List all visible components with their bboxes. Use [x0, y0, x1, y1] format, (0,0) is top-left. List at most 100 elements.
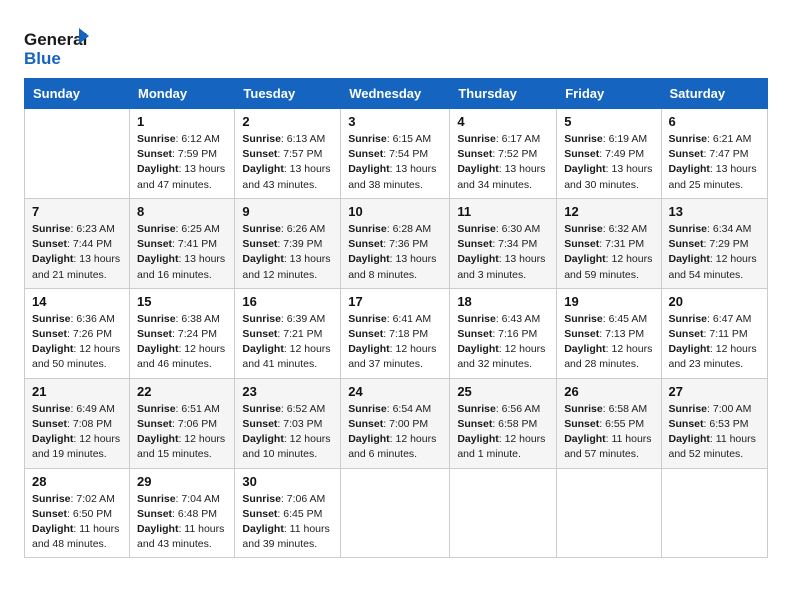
calendar-cell: 25 Sunrise: 6:56 AMSunset: 6:58 PMDayligh… [450, 378, 557, 468]
calendar-cell: 29 Sunrise: 7:04 AMSunset: 6:48 PMDayligh… [130, 468, 235, 558]
day-detail: Sunrise: 6:49 AMSunset: 7:08 PMDaylight:… [32, 402, 122, 463]
day-detail: Sunrise: 6:58 AMSunset: 6:55 PMDaylight:… [564, 402, 653, 463]
day-number: 15 [137, 294, 227, 309]
calendar-week-4: 21 Sunrise: 6:49 AMSunset: 7:08 PMDayligh… [25, 378, 768, 468]
calendar-cell: 4 Sunrise: 6:17 AMSunset: 7:52 PMDaylight… [450, 109, 557, 199]
day-detail: Sunrise: 6:26 AMSunset: 7:39 PMDaylight:… [242, 222, 333, 283]
calendar-cell: 21 Sunrise: 6:49 AMSunset: 7:08 PMDayligh… [25, 378, 130, 468]
day-number: 10 [348, 204, 442, 219]
calendar-week-1: 1Sunrise: 6:12 AMSunset: 7:59 PMDaylight… [25, 109, 768, 199]
logo: GeneralBlue [24, 26, 94, 70]
day-number: 25 [457, 384, 549, 399]
day-detail: Sunrise: 6:41 AMSunset: 7:18 PMDaylight:… [348, 312, 442, 373]
calendar-cell: 3Sunrise: 6:15 AMSunset: 7:54 PMDaylight… [341, 109, 450, 199]
day-number: 5 [564, 114, 653, 129]
day-detail: Sunrise: 7:00 AMSunset: 6:53 PMDaylight:… [669, 402, 761, 463]
day-number: 30 [242, 474, 333, 489]
calendar-week-5: 28 Sunrise: 7:02 AMSunset: 6:50 PMDayligh… [25, 468, 768, 558]
day-number: 2 [242, 114, 333, 129]
day-number: 3 [348, 114, 442, 129]
calendar-cell: 9 Sunrise: 6:26 AMSunset: 7:39 PMDaylight… [235, 198, 341, 288]
day-detail: Sunrise: 6:12 AMSunset: 7:59 PMDaylight:… [137, 132, 227, 193]
col-header-monday: Monday [130, 79, 235, 109]
col-header-wednesday: Wednesday [341, 79, 450, 109]
calendar-cell [341, 468, 450, 558]
day-detail: Sunrise: 7:04 AMSunset: 6:48 PMDaylight:… [137, 492, 227, 553]
day-detail: Sunrise: 6:23 AMSunset: 7:44 PMDaylight:… [32, 222, 122, 283]
day-detail: Sunrise: 6:13 AMSunset: 7:57 PMDaylight:… [242, 132, 333, 193]
calendar-cell: 20 Sunrise: 6:47 AMSunset: 7:11 PMDayligh… [661, 288, 768, 378]
day-number: 11 [457, 204, 549, 219]
col-header-tuesday: Tuesday [235, 79, 341, 109]
day-number: 29 [137, 474, 227, 489]
day-detail: Sunrise: 6:54 AMSunset: 7:00 PMDaylight:… [348, 402, 442, 463]
day-number: 27 [669, 384, 761, 399]
calendar-cell: 16 Sunrise: 6:39 AMSunset: 7:21 PMDayligh… [235, 288, 341, 378]
calendar-cell: 14 Sunrise: 6:36 AMSunset: 7:26 PMDayligh… [25, 288, 130, 378]
calendar-cell: 28 Sunrise: 7:02 AMSunset: 6:50 PMDayligh… [25, 468, 130, 558]
day-detail: Sunrise: 6:25 AMSunset: 7:41 PMDaylight:… [137, 222, 227, 283]
day-number: 28 [32, 474, 122, 489]
day-detail: Sunrise: 6:47 AMSunset: 7:11 PMDaylight:… [669, 312, 761, 373]
col-header-sunday: Sunday [25, 79, 130, 109]
day-number: 21 [32, 384, 122, 399]
calendar-cell: 26 Sunrise: 6:58 AMSunset: 6:55 PMDayligh… [557, 378, 661, 468]
calendar-cell [557, 468, 661, 558]
svg-text:General: General [24, 30, 87, 49]
day-detail: Sunrise: 6:39 AMSunset: 7:21 PMDaylight:… [242, 312, 333, 373]
calendar-header-row: SundayMondayTuesdayWednesdayThursdayFrid… [25, 79, 768, 109]
day-detail: Sunrise: 6:52 AMSunset: 7:03 PMDaylight:… [242, 402, 333, 463]
day-detail: Sunrise: 6:19 AMSunset: 7:49 PMDaylight:… [564, 132, 653, 193]
calendar-cell: 17 Sunrise: 6:41 AMSunset: 7:18 PMDayligh… [341, 288, 450, 378]
logo-svg: GeneralBlue [24, 26, 94, 70]
day-number: 16 [242, 294, 333, 309]
calendar-cell [661, 468, 768, 558]
day-detail: Sunrise: 6:32 AMSunset: 7:31 PMDaylight:… [564, 222, 653, 283]
col-header-saturday: Saturday [661, 79, 768, 109]
calendar-cell: 6Sunrise: 6:21 AMSunset: 7:47 PMDaylight… [661, 109, 768, 199]
day-number: 4 [457, 114, 549, 129]
calendar-cell [25, 109, 130, 199]
day-number: 8 [137, 204, 227, 219]
day-detail: Sunrise: 6:36 AMSunset: 7:26 PMDaylight:… [32, 312, 122, 373]
col-header-friday: Friday [557, 79, 661, 109]
col-header-thursday: Thursday [450, 79, 557, 109]
day-number: 7 [32, 204, 122, 219]
day-number: 14 [32, 294, 122, 309]
svg-text:Blue: Blue [24, 49, 61, 68]
calendar-cell: 1Sunrise: 6:12 AMSunset: 7:59 PMDaylight… [130, 109, 235, 199]
calendar-table: SundayMondayTuesdayWednesdayThursdayFrid… [24, 78, 768, 558]
day-detail: Sunrise: 6:17 AMSunset: 7:52 PMDaylight:… [457, 132, 549, 193]
page-header: GeneralBlue [24, 20, 768, 70]
calendar-cell: 27 Sunrise: 7:00 AMSunset: 6:53 PMDayligh… [661, 378, 768, 468]
calendar-cell: 2 Sunrise: 6:13 AMSunset: 7:57 PMDaylight… [235, 109, 341, 199]
calendar-cell: 15 Sunrise: 6:38 AMSunset: 7:24 PMDayligh… [130, 288, 235, 378]
day-detail: Sunrise: 6:28 AMSunset: 7:36 PMDaylight:… [348, 222, 442, 283]
calendar-cell: 5 Sunrise: 6:19 AMSunset: 7:49 PMDaylight… [557, 109, 661, 199]
calendar-cell: 18Sunrise: 6:43 AMSunset: 7:16 PMDayligh… [450, 288, 557, 378]
calendar-cell: 13Sunrise: 6:34 AMSunset: 7:29 PMDayligh… [661, 198, 768, 288]
calendar-week-3: 14 Sunrise: 6:36 AMSunset: 7:26 PMDayligh… [25, 288, 768, 378]
day-detail: Sunrise: 6:38 AMSunset: 7:24 PMDaylight:… [137, 312, 227, 373]
day-number: 26 [564, 384, 653, 399]
calendar-cell: 23Sunrise: 6:52 AMSunset: 7:03 PMDayligh… [235, 378, 341, 468]
calendar-cell: 8 Sunrise: 6:25 AMSunset: 7:41 PMDaylight… [130, 198, 235, 288]
day-detail: Sunrise: 6:30 AMSunset: 7:34 PMDaylight:… [457, 222, 549, 283]
calendar-week-2: 7 Sunrise: 6:23 AMSunset: 7:44 PMDaylight… [25, 198, 768, 288]
day-detail: Sunrise: 6:21 AMSunset: 7:47 PMDaylight:… [669, 132, 761, 193]
calendar-cell: 19Sunrise: 6:45 AMSunset: 7:13 PMDayligh… [557, 288, 661, 378]
day-detail: Sunrise: 7:06 AMSunset: 6:45 PMDaylight:… [242, 492, 333, 553]
calendar-cell: 10 Sunrise: 6:28 AMSunset: 7:36 PMDayligh… [341, 198, 450, 288]
day-number: 9 [242, 204, 333, 219]
day-detail: Sunrise: 7:02 AMSunset: 6:50 PMDaylight:… [32, 492, 122, 553]
day-number: 24 [348, 384, 442, 399]
calendar-cell: 24 Sunrise: 6:54 AMSunset: 7:00 PMDayligh… [341, 378, 450, 468]
day-number: 12 [564, 204, 653, 219]
day-number: 20 [669, 294, 761, 309]
calendar-cell: 11 Sunrise: 6:30 AMSunset: 7:34 PMDayligh… [450, 198, 557, 288]
day-number: 18 [457, 294, 549, 309]
day-detail: Sunrise: 6:56 AMSunset: 6:58 PMDaylight:… [457, 402, 549, 463]
calendar-cell: 22Sunrise: 6:51 AMSunset: 7:06 PMDayligh… [130, 378, 235, 468]
day-number: 17 [348, 294, 442, 309]
day-detail: Sunrise: 6:45 AMSunset: 7:13 PMDaylight:… [564, 312, 653, 373]
